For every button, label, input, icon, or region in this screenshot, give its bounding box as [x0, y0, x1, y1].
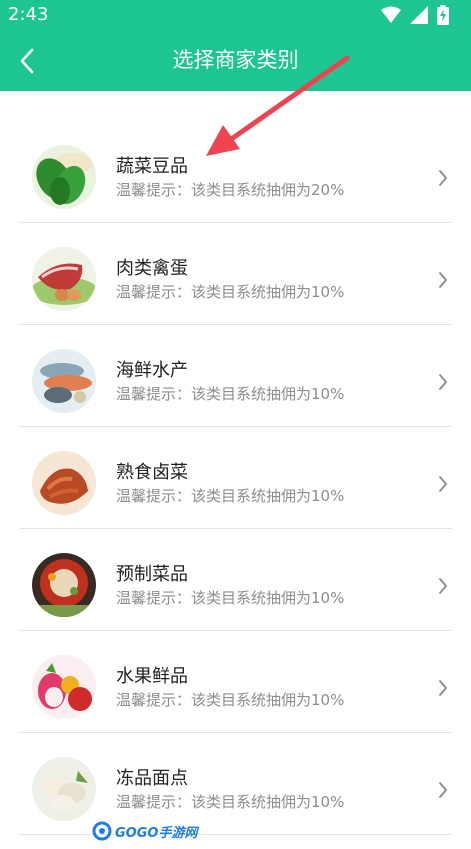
deli-image	[32, 451, 96, 515]
status-time: 2:43	[8, 4, 49, 25]
category-hint: 温馨提示：该类目系统抽佣为10%	[116, 283, 345, 301]
category-title: 预制菜品	[116, 564, 188, 585]
chevron-right-icon	[439, 680, 447, 696]
category-row-meat-eggs[interactable]: 肉类禽蛋 温馨提示：该类目系统抽佣为10%	[19, 223, 452, 325]
chevron-right-icon	[439, 272, 447, 288]
category-row-prepared-dishes[interactable]: 预制菜品 温馨提示：该类目系统抽佣为10%	[19, 529, 452, 631]
category-title: 冻品面点	[116, 768, 188, 789]
category-title: 熟食卤菜	[116, 462, 188, 483]
category-row-seafood[interactable]: 海鲜水产 温馨提示：该类目系统抽佣为10%	[19, 325, 452, 427]
meat-eggs-image	[32, 247, 96, 311]
category-hint: 温馨提示：该类目系统抽佣为10%	[116, 487, 345, 505]
battery-charging-icon	[437, 5, 449, 25]
category-row-fruit[interactable]: 水果鲜品 温馨提示：该类目系统抽佣为10%	[19, 631, 452, 733]
category-row-vegetables[interactable]: 蔬菜豆品 温馨提示：该类目系统抽佣为20%	[19, 121, 452, 223]
chevron-right-icon	[439, 476, 447, 492]
fruit-image	[32, 655, 96, 719]
category-title: 海鲜水产	[116, 360, 188, 381]
watermark-text: GOGO手游网	[115, 825, 198, 841]
watermark-logo: GOGO手游网	[92, 819, 197, 843]
category-title: 水果鲜品	[116, 666, 188, 687]
chevron-right-icon	[439, 578, 447, 594]
frozen-pastry-image	[32, 757, 96, 821]
category-hint: 温馨提示：该类目系统抽佣为10%	[116, 691, 345, 709]
status-icons	[381, 5, 449, 25]
vegetables-image	[32, 145, 96, 209]
prepared-dishes-image	[32, 553, 96, 617]
chevron-right-icon	[439, 782, 447, 798]
logo-icon	[92, 821, 112, 841]
category-title: 蔬菜豆品	[116, 156, 188, 177]
category-list: 蔬菜豆品 温馨提示：该类目系统抽佣为20% 肉类禽蛋 温馨提示：该类目系统抽佣为…	[0, 121, 471, 835]
signal-icon	[410, 6, 428, 24]
seafood-image	[32, 349, 96, 413]
category-hint: 温馨提示：该类目系统抽佣为20%	[116, 181, 345, 199]
category-hint: 温馨提示：该类目系统抽佣为10%	[116, 589, 345, 607]
page-title: 选择商家类别	[172, 48, 299, 72]
category-hint: 温馨提示：该类目系统抽佣为10%	[116, 793, 345, 811]
category-row-frozen-pastry[interactable]: 冻品面点 温馨提示：该类目系统抽佣为10%	[19, 733, 452, 835]
category-row-deli[interactable]: 熟食卤菜 温馨提示：该类目系统抽佣为10%	[19, 427, 452, 529]
chevron-right-icon	[439, 170, 447, 186]
chevron-right-icon	[439, 374, 447, 390]
app-header: 2:43 选择商家类别	[0, 0, 471, 91]
category-title: 肉类禽蛋	[116, 258, 188, 279]
category-hint: 温馨提示：该类目系统抽佣为10%	[116, 385, 345, 403]
wifi-icon	[381, 6, 401, 23]
